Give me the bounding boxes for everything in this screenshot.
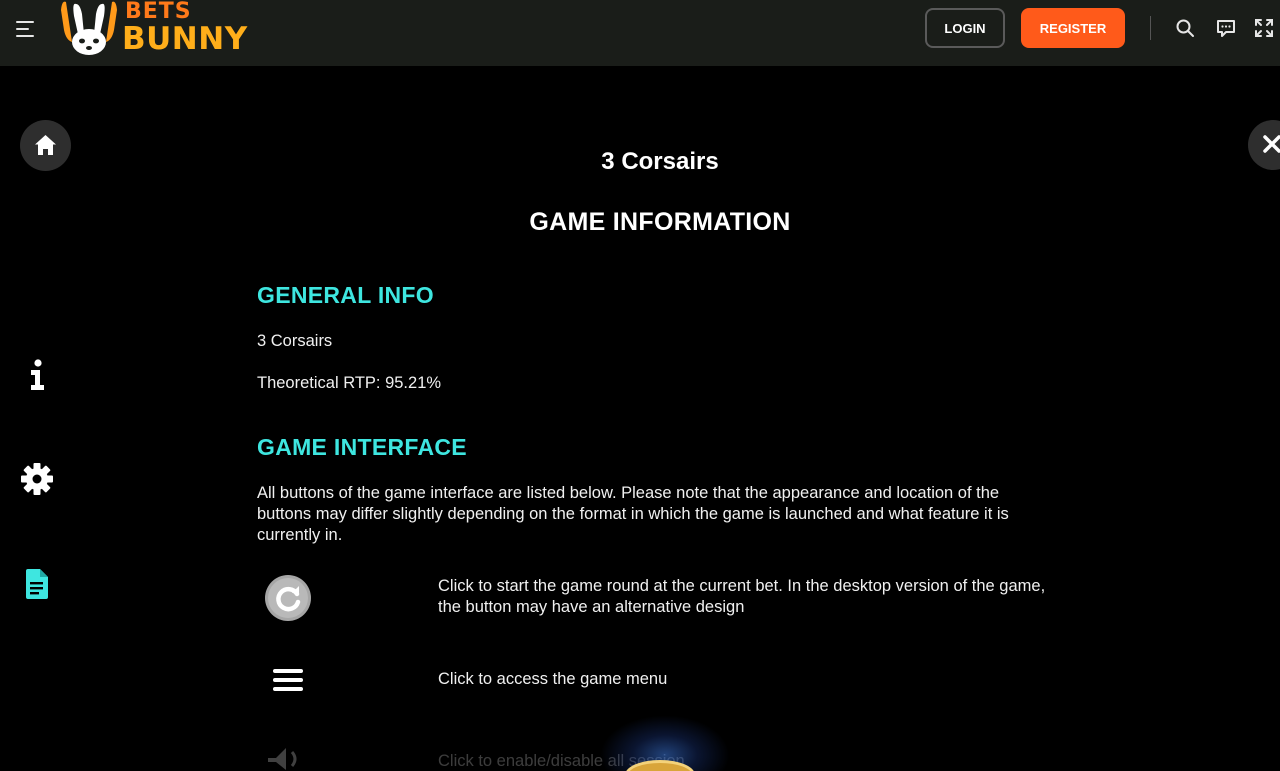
general-info-heading: GENERAL INFO [257, 282, 434, 308]
menu-lines-icon [272, 667, 304, 693]
register-button[interactable]: REGISTER [1021, 8, 1125, 48]
bunny-logo-icon [61, 1, 117, 55]
spin-description: Click to start the game round at the cur… [438, 577, 1046, 616]
menu-icon[interactable] [12, 18, 38, 40]
sound-description: Click to enable/disable all session [438, 752, 685, 770]
interface-intro-text: All buttons of the game interface are li… [257, 484, 1009, 544]
game-name-text: 3 Corsairs [257, 332, 333, 350]
sound-icon [264, 744, 308, 771]
header-divider [1150, 16, 1151, 40]
menu-description: Click to access the game menu [438, 670, 668, 688]
chat-icon[interactable] [1214, 16, 1238, 40]
settings-gear-icon[interactable] [20, 462, 54, 496]
spin-icon [264, 574, 312, 622]
page-title: GAME INFORMATION [529, 208, 791, 236]
search-icon[interactable] [1173, 16, 1197, 40]
game-title: 3 Corsairs [601, 148, 719, 175]
info-icon[interactable] [20, 358, 54, 392]
fullscreen-icon[interactable] [1252, 16, 1276, 40]
top-bar: BETS BUNNY LOGIN REGISTER [0, 0, 1280, 66]
rtp-text: Theoretical RTP: 95.21% [257, 374, 442, 392]
document-icon[interactable] [20, 567, 54, 601]
logo-text-bunny: BUNNY [122, 21, 248, 57]
game-interface-heading: GAME INTERFACE [257, 434, 467, 460]
logo[interactable]: BETS BUNNY [58, 0, 247, 58]
login-button[interactable]: LOGIN [925, 8, 1005, 48]
